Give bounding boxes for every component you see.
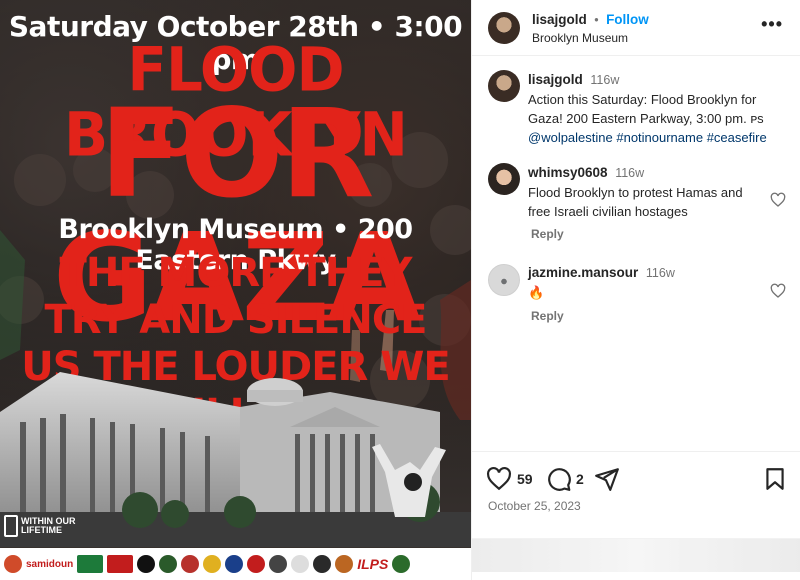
comment-bubble-icon[interactable]	[546, 466, 572, 492]
sponsor-logo	[247, 555, 266, 573]
sponsor-logo	[203, 555, 222, 573]
author-info: lisajgold • Follow Brooklyn Museum	[532, 11, 649, 45]
likes-count[interactable]: 59	[517, 471, 533, 487]
sponsor-logo	[392, 555, 411, 573]
sponsor-logo	[269, 555, 288, 573]
caption-username[interactable]: lisajgold	[528, 72, 583, 87]
sponsor-logo	[77, 555, 104, 573]
follow-button[interactable]: Follow	[606, 12, 649, 27]
sponsor-logo	[107, 555, 134, 573]
within-our-lifetime-logo: WITHIN OUR LIFETIME	[4, 515, 81, 537]
more-options-icon[interactable]: •••	[761, 14, 783, 35]
sponsor-logo	[159, 555, 178, 573]
reply-button[interactable]: Reply	[531, 227, 564, 241]
sponsor-logo	[4, 555, 22, 573]
comment-item: whimsy0608 116w Flood Brooklyn to protes…	[528, 163, 768, 221]
comment-username[interactable]: jazmine.mansour	[528, 265, 638, 280]
comment-text: Flood Brooklyn to protest Hamas and free…	[528, 185, 743, 219]
caption-age[interactable]: 116w	[590, 73, 619, 87]
comment-age[interactable]: 116w	[615, 166, 644, 180]
sponsor-logo	[291, 555, 310, 573]
like-comment-heart-icon[interactable]	[770, 283, 786, 299]
post-location[interactable]: Brooklyn Museum	[532, 31, 649, 45]
caption-tags[interactable]: @wolpalestine #notinourname #ceasefire	[528, 130, 767, 145]
save-bookmark-icon[interactable]	[762, 466, 788, 492]
hourglass-icon	[4, 515, 18, 537]
reply-button[interactable]: Reply	[531, 309, 564, 323]
sponsor-logo	[137, 555, 156, 573]
like-comment-heart-icon[interactable]	[770, 192, 786, 208]
sponsor-logo	[313, 555, 332, 573]
comment-username[interactable]: whimsy0608	[528, 165, 608, 180]
post-image[interactable]: Saturday October 28th • 3:00 pm FLOOD BR…	[0, 0, 471, 580]
comment-age[interactable]: 116w	[646, 266, 675, 280]
like-heart-icon[interactable]	[486, 466, 512, 492]
add-comment-area[interactable]	[472, 538, 800, 572]
ilps-logo: ILPS	[357, 556, 389, 572]
post-side-panel: lisajgold • Follow Brooklyn Museum ••• l…	[471, 0, 800, 580]
comment-text: 🔥	[528, 285, 545, 300]
post-date[interactable]: October 25, 2023	[488, 499, 581, 513]
post-actions-bar: 59 2 October 25, 2023	[472, 451, 800, 572]
samidoun-logo: samidoun	[26, 558, 74, 570]
sponsor-logo	[335, 555, 354, 573]
post-caption: lisajgold 116w Action this Saturday: Flo…	[528, 70, 790, 147]
author-username[interactable]: lisajgold	[532, 12, 587, 27]
sponsor-logos-strip: samidoun ILPS	[0, 548, 471, 580]
sponsor-logo	[181, 555, 200, 573]
post-header: lisajgold • Follow Brooklyn Museum •••	[472, 0, 800, 56]
comments-count[interactable]: 2	[576, 471, 584, 487]
separator-dot: •	[594, 13, 599, 27]
author-avatar[interactable]	[488, 12, 520, 44]
comment-item: jazmine.mansour 116w 🔥	[528, 263, 768, 302]
sponsor-logo	[225, 555, 244, 573]
share-send-icon[interactable]	[594, 466, 620, 492]
comment-avatar[interactable]	[488, 163, 520, 195]
caption-text: Action this Saturday: Flood Brooklyn for…	[528, 92, 764, 126]
caption-avatar[interactable]	[488, 70, 520, 102]
comment-avatar[interactable]	[488, 264, 520, 296]
